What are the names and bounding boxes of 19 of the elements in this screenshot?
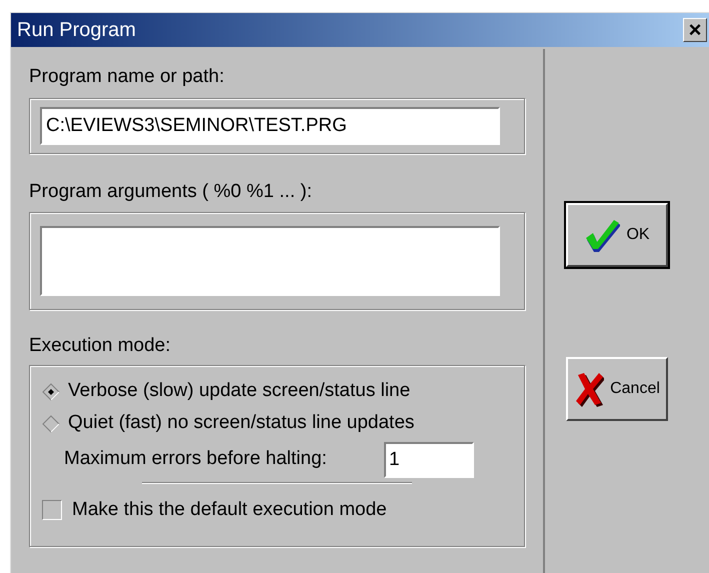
- radio-button[interactable]: [42, 414, 60, 432]
- radio-label: Verbose (slow) update screen/status line: [68, 379, 410, 404]
- close-button[interactable]: ×: [683, 18, 707, 42]
- window-title: Run Program: [17, 18, 136, 43]
- program-path-field[interactable]: C:\EVIEWS3\SEMINOR\TEST.PRG: [40, 106, 500, 144]
- checkbox-label: Make this the default execution mode: [72, 498, 387, 522]
- max-errors-field[interactable]: 1: [384, 442, 474, 478]
- arguments-field[interactable]: [40, 226, 500, 296]
- radio-button[interactable]: [42, 382, 60, 400]
- field-label: Program name or path:: [29, 65, 226, 89]
- radio-label: Quiet (fast) no screen/status line updates: [68, 411, 414, 436]
- x-mark-icon: [574, 371, 604, 407]
- ok-button[interactable]: OK: [566, 203, 668, 267]
- checkmark-icon: [584, 218, 620, 252]
- field-label: Program arguments ( %0 %1 ... ):: [29, 180, 313, 204]
- cancel-button[interactable]: Cancel: [566, 357, 668, 421]
- section-label: Execution mode:: [29, 334, 172, 358]
- field-label: Maximum errors before halting:: [64, 447, 328, 472]
- checkbox[interactable]: [42, 500, 62, 520]
